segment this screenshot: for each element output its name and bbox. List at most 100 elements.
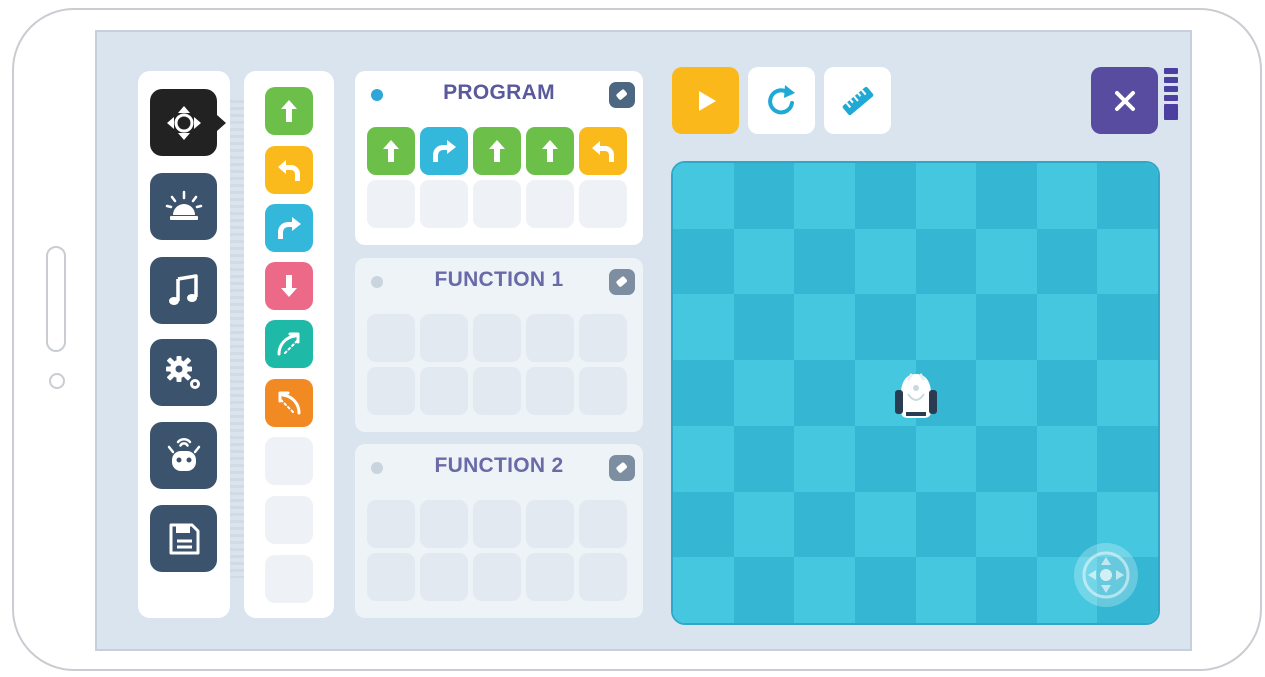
board-cell [733, 491, 795, 558]
program-block-turn-left[interactable] [579, 127, 627, 175]
palette-block-turn-left[interactable] [265, 146, 313, 194]
gears-icon [165, 355, 200, 389]
ruler-icon [842, 86, 873, 115]
function1-empty-slot[interactable] [420, 314, 468, 362]
function2-empty-slot[interactable] [367, 500, 415, 548]
board-cell [794, 557, 855, 623]
category-save[interactable] [150, 505, 217, 572]
rotate-icon [767, 84, 795, 114]
board-cell [673, 360, 734, 426]
program-slots [367, 127, 627, 228]
board-cell [976, 163, 1037, 229]
board-cell [733, 228, 795, 295]
program-card: PROGRAM [355, 71, 643, 245]
palette-empty-slot [265, 555, 313, 603]
arrow-up-icon [281, 100, 297, 122]
function2-empty-slot[interactable] [420, 553, 468, 601]
palette-block-turn-right[interactable] [265, 204, 313, 252]
board-cell [854, 294, 916, 361]
program-block-forward[interactable] [526, 127, 574, 175]
function1-empty-slot[interactable] [420, 367, 468, 415]
board-cell [1097, 163, 1158, 229]
function2-empty-slot[interactable] [526, 553, 574, 601]
program-empty-slot[interactable] [526, 180, 574, 228]
program-block-forward[interactable] [473, 127, 521, 175]
board-cell [854, 163, 916, 229]
palette-block-arc-right[interactable] [265, 320, 313, 368]
robot-top-view-icon[interactable] [888, 368, 944, 429]
palette-empty-slot [265, 437, 313, 485]
board-cell [915, 491, 977, 558]
panel-divider [230, 100, 244, 578]
program-empty-slot[interactable] [420, 180, 468, 228]
category-sound[interactable] [150, 257, 217, 324]
function1-empty-slot[interactable] [367, 314, 415, 362]
category-robot[interactable] [150, 422, 217, 489]
arrow-up-icon [383, 140, 399, 162]
board-cell [915, 228, 977, 295]
eraser-icon [616, 462, 627, 473]
board-cell [976, 360, 1037, 426]
function1-empty-slot[interactable] [579, 314, 627, 362]
palette-block-forward[interactable] [265, 87, 313, 135]
function1-empty-slot[interactable] [367, 367, 415, 415]
program-block-forward[interactable] [367, 127, 415, 175]
program-empty-slot[interactable] [579, 180, 627, 228]
program-block-turn-right[interactable] [420, 127, 468, 175]
function2-empty-slot[interactable] [579, 553, 627, 601]
function2-empty-slot[interactable] [473, 553, 521, 601]
board-cell [915, 425, 977, 492]
function2-empty-slot[interactable] [579, 500, 627, 548]
function2-empty-slot[interactable] [526, 500, 574, 548]
reset-button[interactable] [748, 67, 815, 134]
program-empty-slot[interactable] [367, 180, 415, 228]
program-empty-slot[interactable] [473, 180, 521, 228]
program-clear-button[interactable] [609, 82, 635, 108]
board-cell [1036, 163, 1098, 229]
close-icon [1114, 90, 1135, 111]
function1-card[interactable]: FUNCTION 1 [355, 258, 643, 432]
palette-block-backward[interactable] [265, 262, 313, 310]
function2-clear-button[interactable] [609, 455, 635, 481]
function1-empty-slot[interactable] [526, 367, 574, 415]
function1-empty-slot[interactable] [526, 314, 574, 362]
function2-card[interactable]: FUNCTION 2 [355, 444, 643, 618]
phone-side-button [46, 246, 66, 352]
eraser-icon [616, 89, 627, 100]
board-cell [1097, 425, 1158, 492]
category-lights[interactable] [150, 173, 217, 240]
function2-slots [367, 500, 627, 601]
board-cell [854, 491, 916, 558]
arrow-down-icon [281, 275, 297, 297]
function1-clear-button[interactable] [609, 269, 635, 295]
eraser-icon [616, 276, 627, 287]
function2-empty-slot[interactable] [473, 500, 521, 548]
board-cell [915, 557, 977, 623]
function1-empty-slot[interactable] [473, 367, 521, 415]
robot-icon [167, 437, 200, 471]
function2-empty-slot[interactable] [367, 553, 415, 601]
function1-empty-slot[interactable] [473, 314, 521, 362]
close-button[interactable] [1091, 67, 1158, 134]
category-movement[interactable] [150, 89, 217, 156]
palette-block-arc-left[interactable] [265, 379, 313, 427]
board-cell [794, 228, 855, 295]
category-selected-pointer [217, 115, 226, 131]
board-cell [794, 163, 855, 229]
ruler-button[interactable] [824, 67, 891, 134]
turn-right-icon [278, 217, 301, 239]
turn-left-icon [592, 141, 614, 162]
compass-icon[interactable] [1074, 543, 1138, 607]
play-button[interactable] [672, 67, 739, 134]
function2-title: FUNCTION 2 [434, 454, 564, 477]
board-cell [1097, 228, 1158, 295]
arc-left-icon [278, 391, 301, 415]
board-cell [976, 294, 1037, 361]
board-cell [976, 425, 1037, 492]
board-cell [854, 557, 916, 623]
category-settings[interactable] [150, 339, 217, 406]
board-cell [673, 228, 734, 295]
function1-title: FUNCTION 1 [434, 268, 564, 291]
function1-empty-slot[interactable] [579, 367, 627, 415]
function2-empty-slot[interactable] [420, 500, 468, 548]
